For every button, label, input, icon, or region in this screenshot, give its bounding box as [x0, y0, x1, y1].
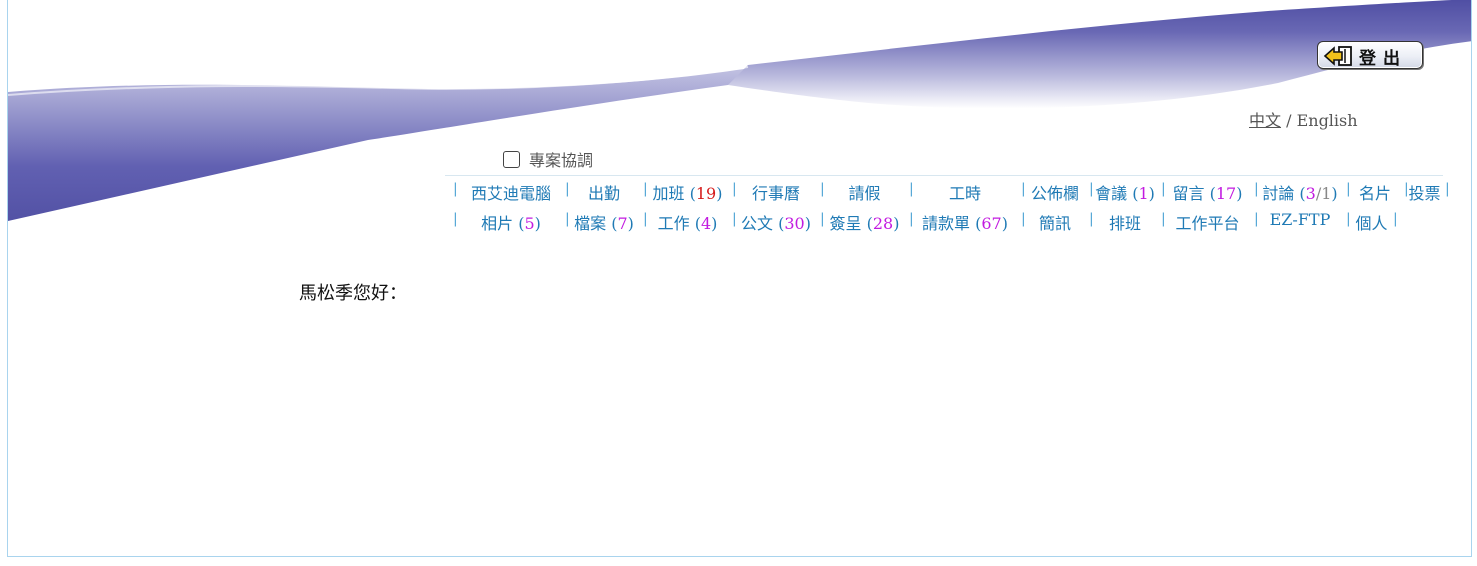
- nav-link-label: 工時: [948, 184, 981, 203]
- project-coordination-label: 專案協調: [529, 151, 594, 170]
- nav-link-label: 出勤: [587, 184, 620, 203]
- nav-link-row2-8[interactable]: 工作平台: [1165, 210, 1250, 234]
- nav-link-row1-10[interactable]: 名片: [1350, 180, 1400, 204]
- nav-link-row1-6[interactable]: 公佈欄: [1025, 180, 1085, 204]
- logout-button[interactable]: 登出: [1317, 41, 1423, 69]
- nav-link-row2-5[interactable]: 請款單 (67): [913, 210, 1017, 234]
- nav-link-label: 請假: [848, 184, 881, 203]
- nav-link-row2-1[interactable]: 檔案 (7): [569, 210, 639, 234]
- nav-badge-count: 5: [524, 214, 535, 233]
- language-switch: 中文 / English: [1249, 107, 1358, 131]
- lang-english-link[interactable]: English: [1297, 111, 1358, 130]
- nav-link-row1-4[interactable]: 請假: [824, 180, 905, 204]
- nav-link-row2-9[interactable]: EZ-FTP: [1258, 210, 1342, 229]
- nav-separator: |: [1393, 211, 1398, 227]
- nav-link-row1-3[interactable]: 行事曆: [736, 180, 816, 204]
- nav-link-label: 投票: [1408, 184, 1441, 203]
- nav-link-row1-7[interactable]: 會議 (1): [1093, 180, 1157, 204]
- lang-separator: /: [1281, 111, 1297, 130]
- nav-link-label: 名片: [1358, 184, 1391, 203]
- nav-badge-count: 3: [1305, 184, 1316, 203]
- nav-link-row1-2[interactable]: 加班 (19): [647, 180, 728, 204]
- nav-link-row1-11[interactable]: 投票: [1408, 180, 1441, 204]
- nav-link-label: 加班: [652, 184, 685, 203]
- nav-link-label: 排班: [1108, 214, 1141, 233]
- nav-link-row1-5[interactable]: 工時: [913, 180, 1017, 204]
- nav-link-label: 留言: [1172, 184, 1205, 203]
- page-frame: [7, 0, 1472, 557]
- nav-link-label: 簡訊: [1038, 214, 1071, 233]
- nav-link-label: 公文: [741, 214, 774, 233]
- nav-link-row2-0[interactable]: 相片 (5): [457, 210, 565, 234]
- greeting-text: 馬松季您好：: [299, 283, 407, 304]
- nav-badge-count: 67: [981, 214, 1002, 233]
- nav-link-label: 行事曆: [751, 184, 800, 203]
- nav-badge-count-secondary: 1: [1321, 184, 1332, 203]
- nav-link-label: 簽呈: [829, 214, 862, 233]
- nav-badge-count: 30: [784, 214, 805, 233]
- nav-badge-count: 1: [1138, 184, 1149, 203]
- nav-link-row2-4[interactable]: 簽呈 (28): [824, 210, 905, 234]
- nav-link-row1-9[interactable]: 討論 (3/1): [1258, 180, 1342, 204]
- nav-link-label: 會議: [1095, 184, 1128, 203]
- nav-link-row2-10[interactable]: 個人: [1350, 210, 1393, 234]
- nav-link-row2-6[interactable]: 簡訊: [1025, 210, 1085, 234]
- nav-link-row1-8[interactable]: 留言 (17): [1165, 180, 1250, 204]
- nav-badge-count: 7: [617, 214, 628, 233]
- nav-link-label: 工作: [657, 214, 690, 233]
- nav-link-label: EZ-FTP: [1269, 210, 1331, 229]
- logout-door-icon: [1323, 46, 1352, 66]
- nav-badge-count: 4: [700, 214, 712, 233]
- nav-link-row2-2[interactable]: 工作 (4): [647, 210, 728, 234]
- nav-link-row1-0[interactable]: 西艾迪電腦: [457, 180, 565, 204]
- nav-link-row2-7[interactable]: 排班: [1093, 210, 1157, 234]
- nav-link-label: 檔案: [574, 214, 607, 233]
- nav-badge-count: 28: [872, 214, 894, 233]
- nav-badge-count: 17: [1215, 184, 1237, 203]
- nav-divider: [445, 175, 1443, 176]
- nav-link-label: 個人: [1355, 214, 1388, 233]
- nav-link-row1-1[interactable]: 出勤: [569, 180, 639, 204]
- project-coordination-checkbox[interactable]: [503, 151, 520, 168]
- project-coordination-toggle[interactable]: 專案協調: [503, 147, 593, 171]
- nav-link-label: 請款單: [922, 214, 971, 233]
- nav-link-label: 工作平台: [1175, 214, 1240, 233]
- nav-link-label: 西艾迪電腦: [470, 184, 551, 203]
- nav-link-row2-3[interactable]: 公文 (30): [736, 210, 816, 234]
- logout-label: 登出: [1359, 49, 1407, 69]
- lang-chinese-link[interactable]: 中文: [1249, 111, 1281, 130]
- nav-link-label: 公佈欄: [1030, 184, 1079, 203]
- nav-link-label: 討論: [1262, 184, 1295, 203]
- nav-separator: |: [1445, 181, 1450, 197]
- nav-badge-count: 19: [695, 184, 717, 203]
- nav-link-label: 相片: [481, 214, 514, 233]
